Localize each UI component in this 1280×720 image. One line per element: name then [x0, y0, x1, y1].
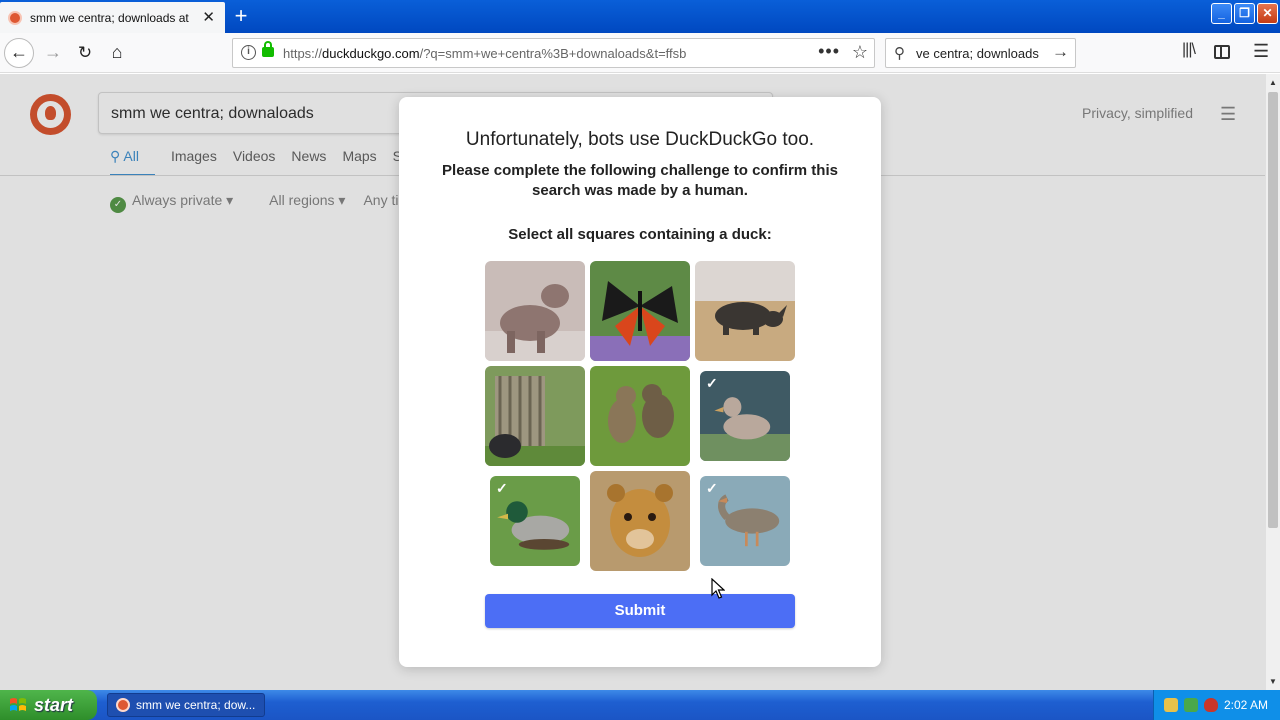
taskbar-window-item[interactable]: smm we centra; dow...: [107, 693, 265, 717]
clock: 2:02 AM: [1224, 698, 1269, 712]
challenge-prompt: Select all squares containing a duck:: [508, 226, 772, 243]
modal-instructions: Please complete the following challenge …: [442, 162, 838, 199]
system-tray: 2:02 AM: [1153, 690, 1280, 720]
browser-search-text[interactable]: ve centra; downloads: [916, 46, 1039, 61]
window-restore-button[interactable]: ❐: [1234, 3, 1255, 24]
tile-butterfly[interactable]: [590, 261, 690, 361]
shield-tray-icon[interactable]: [1204, 698, 1218, 712]
modal-title: Unfortunately, bots use DuckDuckGo too.: [465, 129, 815, 150]
network-tray-icon[interactable]: [1164, 698, 1178, 712]
window-close-button[interactable]: ✕: [1257, 3, 1278, 24]
mouse-cursor-icon: [711, 578, 725, 599]
tile-goose[interactable]: ✓: [700, 476, 790, 566]
tile-bird-by-fence[interactable]: [485, 366, 585, 466]
windows-taskbar: start smm we centra; dow... 2:02 AM: [0, 690, 1280, 720]
address-bar[interactable]: i https://duckduckgo.com/?q=smm+we+centr…: [232, 38, 875, 68]
search-go-arrow-icon[interactable]: →: [1052, 42, 1069, 62]
tile-dog[interactable]: [485, 261, 585, 361]
page-actions-icon[interactable]: •••: [818, 41, 840, 62]
navigation-toolbar: ← → ↻ ⌂ i https://duckduckgo.com/?q=smm+…: [0, 33, 1280, 73]
tile-rhinoceros[interactable]: [695, 261, 795, 361]
page-scrollbar[interactable]: ▲ ▼: [1265, 74, 1280, 690]
tab-close-icon[interactable]: ✕: [202, 8, 215, 26]
browser-tab[interactable]: smm we centra; downloads at DuckDuckGo ✕: [0, 2, 225, 33]
secure-lock-icon: [262, 41, 274, 57]
tile-cats[interactable]: [590, 366, 690, 466]
bot-challenge-modal: Unfortunately, bots use DuckDuckGo too. …: [399, 97, 881, 667]
home-button[interactable]: ⌂: [102, 38, 132, 68]
taskbar-window-label: smm we centra; dow...: [136, 698, 256, 712]
tile-lion-cub[interactable]: [590, 471, 690, 571]
tile-duck[interactable]: ✓: [700, 371, 790, 461]
selected-check-icon: ✓: [706, 480, 718, 496]
library-icon[interactable]: |||\: [1182, 41, 1196, 59]
window-minimize-button[interactable]: _: [1211, 3, 1232, 24]
back-button[interactable]: ←: [4, 38, 34, 68]
selected-check-icon: ✓: [496, 480, 508, 496]
site-info-icon[interactable]: i: [241, 45, 256, 60]
sidebar-icon[interactable]: [1214, 45, 1230, 59]
tab-bar: smm we centra; downloads at DuckDuckGo ✕…: [0, 0, 1280, 33]
duckduckgo-favicon-icon: [8, 10, 22, 25]
scrollbar-thumb[interactable]: [1268, 92, 1278, 528]
browser-search-bar[interactable]: ⚲ ve centra; downloads →: [885, 38, 1076, 68]
start-label: start: [34, 695, 74, 715]
bookmark-star-icon[interactable]: ☆: [852, 42, 868, 63]
windows-flag-icon: [10, 698, 26, 711]
image-grid: ✓ ✓ ✓: [485, 261, 795, 571]
scroll-down-arrow-icon[interactable]: ▼: [1269, 677, 1277, 686]
search-icon: ⚲: [894, 45, 905, 62]
submit-button[interactable]: Submit: [485, 594, 795, 628]
forward-button[interactable]: →: [38, 38, 68, 68]
start-button[interactable]: start: [0, 690, 97, 720]
firefox-app-icon: [116, 698, 130, 712]
scroll-up-arrow-icon[interactable]: ▲: [1269, 78, 1277, 87]
reload-button[interactable]: ↻: [70, 38, 100, 68]
security-tray-icon[interactable]: [1184, 698, 1198, 712]
selected-check-icon: ✓: [706, 375, 718, 391]
new-tab-button[interactable]: +: [230, 3, 252, 29]
hamburger-menu-icon[interactable]: ☰: [1253, 41, 1269, 62]
url-text[interactable]: https://duckduckgo.com/?q=smm+we+centra%…: [283, 46, 686, 61]
tile-mallard-duck[interactable]: ✓: [490, 476, 580, 566]
tab-title: smm we centra; downloads at DuckDuckGo: [30, 10, 192, 25]
